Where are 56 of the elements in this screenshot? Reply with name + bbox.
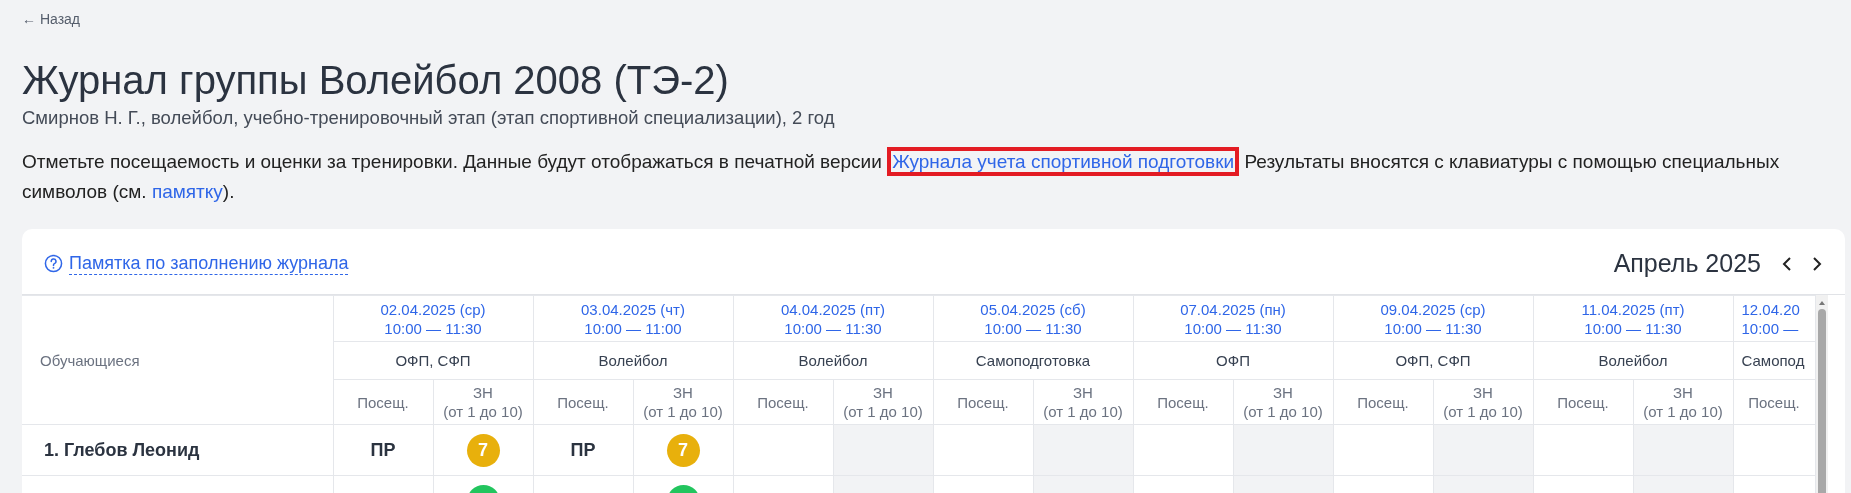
column-header: Посещ. bbox=[1533, 379, 1633, 425]
back-link[interactable]: ← Назад bbox=[22, 11, 80, 27]
journal-link[interactable]: Журнала учета спортивной подготовки bbox=[887, 147, 1240, 176]
grade-badge: 7 bbox=[666, 433, 700, 467]
session-date-header[interactable]: 09.04.2025 (ср) 10:00 — 11:30 bbox=[1333, 295, 1533, 342]
session-topic: Волейбол bbox=[733, 341, 933, 380]
help-link[interactable]: Памятка по заполнению журнала bbox=[44, 252, 349, 275]
memo-link[interactable]: памятку bbox=[151, 181, 223, 202]
column-header: ЗН (от 1 до 10) bbox=[833, 379, 933, 425]
column-header: ЗН (от 1 до 10) bbox=[1633, 379, 1733, 425]
attendance-cell[interactable]: ПР bbox=[533, 424, 633, 476]
page-subtitle: Смирнов Н. Г., волейбол, учебно-тренировочный этап (этап спортивной специализации), 2 год bbox=[22, 107, 836, 129]
column-header: Посещ. bbox=[1733, 379, 1815, 425]
column-header: ЗН (от 1 до 10) bbox=[433, 379, 533, 425]
attendance-cell[interactable] bbox=[733, 424, 833, 476]
help-icon bbox=[44, 254, 63, 273]
session-date-header[interactable]: 12.04.20 10:00 — bbox=[1733, 295, 1815, 342]
column-header: ЗН (от 1 до 10) bbox=[633, 379, 733, 425]
scroll-up-arrow-icon[interactable] bbox=[1817, 299, 1826, 307]
attendance-cell[interactable] bbox=[1333, 424, 1433, 476]
chevron-left-icon bbox=[1781, 255, 1793, 272]
student-name: 1. Глебов Леонид bbox=[22, 424, 333, 476]
session-topic: Самопод bbox=[1733, 341, 1815, 380]
session-date-header[interactable]: 05.04.2025 (сб) 10:00 — 11:30 bbox=[933, 295, 1133, 342]
intro-paragraph: Отметьте посещаемость и оценки за тренировки. Данные будут отображаться в печатной версии Журнала учета спортивной подготовки Результаты вносятся с клавиатуры с помощью специальных символов (см. памятку). bbox=[22, 147, 1812, 207]
session-topic: Волейбол bbox=[533, 341, 733, 380]
attendance-cell[interactable]: ПР bbox=[333, 424, 433, 476]
column-header: ЗН (от 1 до 10) bbox=[1033, 379, 1133, 425]
column-header: Посещ. bbox=[733, 379, 833, 425]
session-date-header[interactable]: 11.04.2025 (пт) 10:00 — 11:30 bbox=[1533, 295, 1733, 342]
page-title: Журнал группы Волейбол 2008 (ТЭ-2) bbox=[22, 58, 730, 103]
chevron-right-icon bbox=[1811, 255, 1823, 272]
grade-badge: 7 bbox=[466, 433, 500, 467]
session-date-header[interactable]: 03.04.2025 (чт) 10:00 — 11:00 bbox=[533, 295, 733, 342]
column-header: Посещ. bbox=[533, 379, 633, 425]
session-date-header[interactable]: 02.04.2025 (ср) 10:00 — 11:30 bbox=[333, 295, 533, 342]
session-date-header[interactable]: 07.04.2025 (пн) 10:00 — 11:30 bbox=[1133, 295, 1333, 342]
session-topic: ОФП, СФП bbox=[1333, 341, 1533, 380]
column-header: ЗН (от 1 до 10) bbox=[1433, 379, 1533, 425]
column-header: Посещ. bbox=[333, 379, 433, 425]
column-header: Обучающиеся bbox=[22, 295, 333, 425]
session-topic: ОФП, СФП bbox=[333, 341, 533, 380]
attendance-cell[interactable] bbox=[933, 424, 1033, 476]
session-date-header[interactable]: 04.04.2025 (пт) 10:00 — 11:30 bbox=[733, 295, 933, 342]
session-topic: Волейбол bbox=[1533, 341, 1733, 380]
attendance-cell[interactable] bbox=[1733, 424, 1815, 476]
column-header: Посещ. bbox=[933, 379, 1033, 425]
column-header: ЗН (от 1 до 10) bbox=[1233, 379, 1333, 425]
attendance-cell[interactable] bbox=[1533, 424, 1633, 476]
column-header: Посещ. bbox=[1333, 379, 1433, 425]
column-header: Посещ. bbox=[1133, 379, 1233, 425]
month-label: Апрель 2025 bbox=[1613, 249, 1761, 278]
session-topic: Самоподготовка bbox=[933, 341, 1133, 380]
attendance-cell[interactable] bbox=[1133, 424, 1233, 476]
scrollbar-thumb[interactable] bbox=[1817, 309, 1826, 493]
session-topic: ОФП bbox=[1133, 341, 1333, 380]
